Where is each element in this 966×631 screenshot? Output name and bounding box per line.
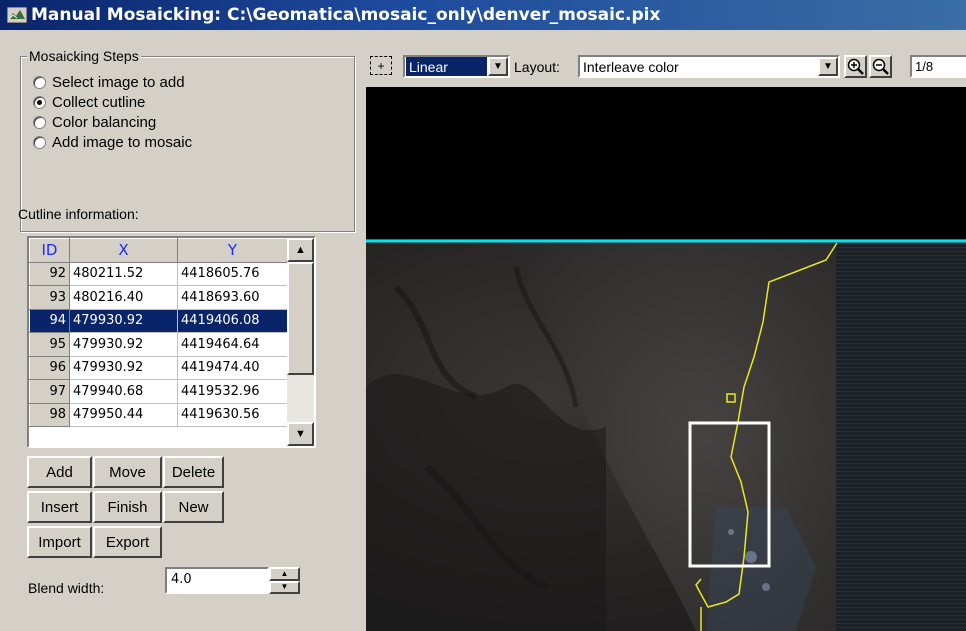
cell-y[interactable]: 4419474.40 [177,355,288,380]
satellite-image[interactable] [366,87,966,631]
table-header-row: ID X Y [29,238,288,263]
insert-button[interactable]: Insert [27,491,92,523]
column-header-x[interactable]: X [69,238,178,263]
new-button[interactable]: New [163,491,224,523]
radio-add-image[interactable]: Add image to mosaic [33,132,192,152]
import-button[interactable]: Import [27,526,92,558]
radio-select-image[interactable]: Select image to add [33,72,185,92]
left-panel: Mosaicking Steps Select image to add Col… [0,30,366,631]
mosaicking-steps-label: Mosaicking Steps [27,48,141,64]
table-row[interactable]: 95 479930.92 4419464.64 [29,332,288,357]
image-canvas[interactable] [366,87,966,631]
cell-id: 92 [29,261,70,286]
cell-id: 93 [29,285,70,310]
table-row[interactable]: 93 480216.40 4418693.60 [29,285,288,310]
cell-y[interactable]: 4419532.96 [177,379,288,404]
table-row[interactable]: 97 479940.68 4419532.96 [29,379,288,404]
cell-x[interactable]: 479930.92 [69,308,178,333]
export-button[interactable]: Export [93,526,162,558]
chevron-down-icon[interactable]: ▼ [488,57,508,76]
radio-checked-icon[interactable] [33,95,46,109]
cell-id: 97 [29,379,70,404]
table-row[interactable]: 96 479930.92 4419474.40 [29,355,288,380]
radio-color-balancing[interactable]: Color balancing [33,112,156,132]
cutline-table[interactable]: ID X Y 92 480211.52 4418605.76 93 480216… [27,236,316,448]
cell-x[interactable]: 479950.44 [69,402,178,427]
table-row[interactable]: 92 480211.52 4418605.76 [29,261,288,286]
cell-id: 98 [29,402,70,427]
cutline-information-label: Cutline information: [18,206,139,222]
cell-x[interactable]: 480216.40 [69,285,178,310]
radio-label: Select image to add [52,73,185,91]
radio-icon[interactable] [33,135,46,149]
radio-icon[interactable] [33,115,46,129]
radio-label: Collect cutline [52,93,146,111]
cell-x[interactable]: 479930.92 [69,355,178,380]
delete-button[interactable]: Delete [163,456,224,488]
cell-id: 94 [29,308,70,333]
cell-y[interactable]: 4419630.56 [177,402,288,427]
blend-width-label: Blend width: [28,580,105,596]
table-row[interactable]: 98 479950.44 4419630.56 [29,402,288,427]
layout-dropdown[interactable]: Interleave color ▼ [578,55,840,78]
zoom-out-icon [872,58,889,75]
column-header-y[interactable]: Y [177,238,288,263]
spin-down-icon[interactable]: ▼ [269,580,300,594]
radio-label: Color balancing [52,113,157,131]
select-region-icon[interactable]: + [370,56,392,75]
cell-y[interactable]: 4418693.60 [177,285,288,310]
scroll-thumb[interactable] [287,262,314,375]
cell-y[interactable]: 4419406.08 [177,308,288,333]
window-title: Manual Mosaicking: C:\Geomatica\mosaic_o… [31,5,661,25]
move-button[interactable]: Move [93,456,162,488]
scroll-down-arrow-icon[interactable]: ▼ [287,422,314,446]
radio-collect-cutline[interactable]: Collect cutline [33,92,145,112]
cell-y[interactable]: 4418605.76 [177,261,288,286]
blend-width-input[interactable]: 4.0 [165,567,269,594]
chevron-down-icon[interactable]: ▼ [818,57,838,76]
zoom-in-button[interactable] [844,55,867,78]
layout-value: Interleave color [583,58,679,75]
cell-id: 96 [29,355,70,380]
zoom-level-field[interactable]: 1/8 [910,55,966,78]
scroll-up-arrow-icon[interactable]: ▲ [287,238,314,262]
cell-x[interactable]: 479930.92 [69,332,178,357]
add-button[interactable]: Add [27,456,92,488]
finish-button[interactable]: Finish [93,491,162,523]
cell-id: 95 [29,332,70,357]
column-header-id[interactable]: ID [29,238,70,263]
table-scrollbar[interactable]: ▲ ▼ [287,238,314,446]
cell-y[interactable]: 4419464.64 [177,332,288,357]
stretch-value: Linear [406,57,487,76]
radio-label: Add image to mosaic [52,133,193,151]
blend-width-stepper[interactable]: ▲ ▼ [269,567,300,594]
stretch-dropdown[interactable]: Linear ▼ [403,55,510,78]
cell-x[interactable]: 479940.68 [69,379,178,404]
spin-up-icon[interactable]: ▲ [269,567,300,581]
mosaic-app-icon [7,7,27,23]
viewer-toolbar: + Linear ▼ Layout: Interleave color ▼ 1/… [366,30,966,87]
viewer-panel: + Linear ▼ Layout: Interleave color ▼ 1/… [366,30,966,631]
cell-x[interactable]: 480211.52 [69,261,178,286]
zoom-out-button[interactable] [869,55,892,78]
zoom-in-icon [847,58,864,75]
title-bar: Manual Mosaicking: C:\Geomatica\mosaic_o… [0,0,966,30]
table-row-selected[interactable]: 94 479930.92 4419406.08 [29,308,288,333]
radio-icon[interactable] [33,75,46,89]
layout-label: Layout: [514,59,560,75]
